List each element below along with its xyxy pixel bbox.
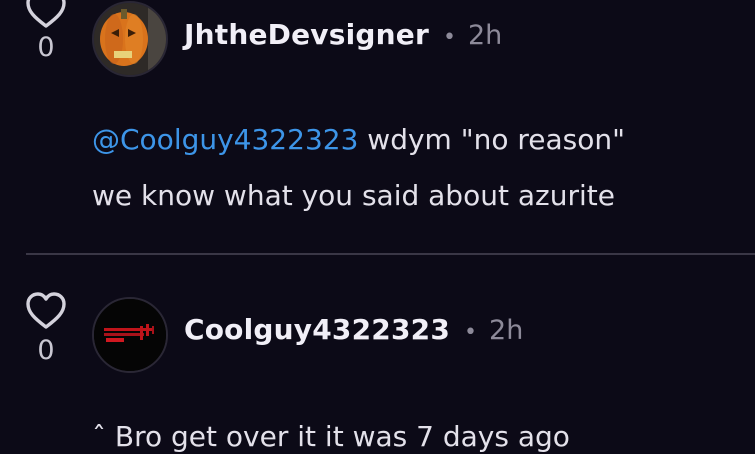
comment-header: JhtheDevsigner • 2h — [184, 18, 502, 51]
comment-body: @Coolguy4322323 wdym "no reason" we know… — [92, 112, 625, 224]
comment-item: 0 Coolguy4322323 • 2h ˆ Bro get over it … — [0, 255, 755, 454]
comment-line: @Coolguy4322323 wdym "no reason" — [92, 112, 625, 168]
comment-body: ˆ Bro get over it it was 7 days ago — [92, 409, 570, 454]
avatar[interactable] — [92, 297, 168, 373]
comment-item: 0 JhtheDevsigner • 2h @Coolguy4322323 wd… — [0, 0, 755, 253]
like-control[interactable]: 0 — [24, 291, 68, 364]
comment-header: Coolguy4322323 • 2h — [184, 313, 523, 346]
comment-line: we know what you said about azurite — [92, 179, 615, 212]
red-text-avatar-icon — [94, 299, 166, 371]
timestamp: 2h — [467, 20, 503, 51]
username[interactable]: JhtheDevsigner — [184, 18, 429, 51]
comment-text: wdym "no reason" — [358, 123, 625, 156]
separator-dot: • — [442, 25, 456, 50]
avatar[interactable] — [92, 1, 168, 77]
like-control[interactable]: 0 — [24, 0, 68, 61]
timestamp: 2h — [489, 315, 524, 346]
separator-dot: • — [464, 320, 478, 345]
heart-icon[interactable] — [24, 0, 68, 30]
like-count: 0 — [37, 335, 55, 366]
like-count: 0 — [37, 32, 55, 63]
user-mention[interactable]: @Coolguy4322323 — [92, 123, 358, 156]
comment-thread: 0 JhtheDevsigner • 2h @Coolguy4322323 wd… — [0, 0, 755, 454]
username[interactable]: Coolguy4322323 — [184, 313, 450, 346]
comment-line: ˆ Bro get over it it was 7 days ago — [92, 420, 570, 453]
pumpkin-avatar-icon — [94, 3, 166, 75]
heart-icon[interactable] — [24, 291, 68, 331]
